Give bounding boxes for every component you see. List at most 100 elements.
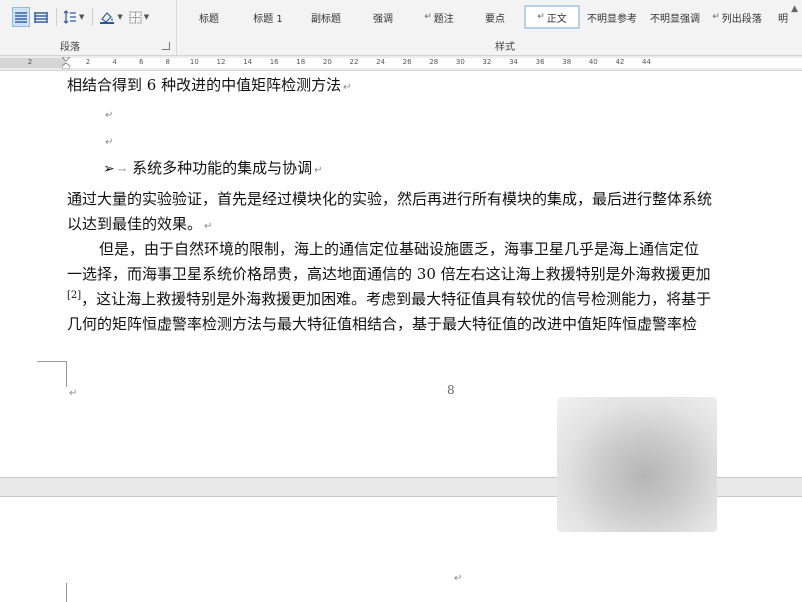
paragraph-group-label: 段落 <box>60 42 80 53</box>
ruler-number: 6 <box>138 58 144 66</box>
style-label: 正文 <box>546 13 567 25</box>
ruler-number: 14 <box>243 58 253 66</box>
style-2[interactable]: 副标题 <box>298 5 354 29</box>
empty-paragraph: ↵ <box>103 104 113 125</box>
gallery-scroll-up-icon[interactable]: ▲ <box>791 4 798 14</box>
ruler-number: 16 <box>269 58 279 66</box>
line-spacing-icon <box>63 10 76 24</box>
horizontal-ruler[interactable]: 2 2 4 6 8 10 12 14 16 18 20 22 24 26 28 30 32 34 36 38 40 42 4… <box>0 56 802 71</box>
style-9[interactable]: ↵ 列出段落 <box>706 5 768 29</box>
indent-marker-icon[interactable] <box>62 57 70 69</box>
paragraph-mark: ↵ <box>105 137 114 148</box>
ruler-number: 2 <box>27 58 33 66</box>
style-5[interactable]: 要点 <box>466 5 524 29</box>
ruler-number: 24 <box>376 58 386 66</box>
ruler-number: 42 <box>615 58 625 66</box>
ruler-number: 40 <box>588 58 598 66</box>
toolbar-separator <box>92 8 94 26</box>
ribbon: ▼ ▼ ▼ 段落 标题 标题 1 副标题 强调 ↵ 题注 要点 ↵ 正文 不明显参考 不明显强 <box>0 0 802 56</box>
align-left-button[interactable] <box>12 7 30 27</box>
header-paragraph: ↵ <box>452 567 462 588</box>
chevron-down-icon: ▼ <box>79 13 85 21</box>
style-label: 明 <box>778 13 788 25</box>
citation-ref[interactable]: [2] <box>67 290 81 301</box>
text-run: 通过大量的实验验证，首先是经过模块化的实验，然后再进行所有模块的集成，最后进行整… <box>67 190 713 208</box>
text-line: 相结合得到 6 种改进的中值矩阵检测方法 ↵ <box>67 76 351 97</box>
paragraph-mark: ↵ <box>343 82 352 93</box>
ruler-left-margin <box>0 58 66 68</box>
ruler-number: 20 <box>322 58 332 66</box>
text-run: 几何的矩阵恒虚警率检测方法与最大特征值相结合，基于最大特征值的改进中值矩阵恒虚警… <box>67 315 698 333</box>
style-7[interactable]: 不明显参考 <box>580 5 644 29</box>
text-line: [2]，这让海上救援特别是外海救援更加困难。考虑到最大特征值具有较优的信号检测能… <box>67 290 711 308</box>
text-line: 一选择，而海事卫星系统价格昂贵，高达地面通信的 30 倍左右这让海上救援特别是外… <box>67 265 711 283</box>
borders-icon <box>129 11 142 23</box>
style-0[interactable]: 标题 <box>180 5 238 29</box>
style-label: 标题 <box>199 13 219 25</box>
text-run: 但是，由于自然环境的限制，海上的通信定位基础设施匮乏，海事卫星几乎是海上通信定位 <box>99 240 700 258</box>
empty-paragraph: ↵ <box>103 131 113 152</box>
style-4[interactable]: ↵ 题注 <box>412 5 466 29</box>
ruler-number: 12 <box>216 58 226 66</box>
styles-group: 标题 标题 1 副标题 强调 ↵ 题注 要点 ↵ 正文 不明显参考 不明显强调 ↵ 列出段落明 ▲ 样式 <box>180 0 802 55</box>
paragraph-mark-icon: ↵ <box>712 12 720 22</box>
ruler-number: 10 <box>189 58 199 66</box>
ruler-number: 44 <box>642 58 651 66</box>
ruler-number: 2 <box>85 58 91 66</box>
style-label: 标题 1 <box>253 13 283 25</box>
style-3[interactable]: 强调 <box>354 5 412 29</box>
style-label: 副标题 <box>311 13 341 25</box>
chevron-down-icon: ▼ <box>143 13 150 21</box>
margin-corner-mark <box>37 361 66 362</box>
style-label: 不明显强调 <box>650 13 700 25</box>
bullet-icon: ➢ <box>103 161 115 177</box>
ruler-number: 34 <box>509 58 518 66</box>
text-run: 相结合得到 6 种改进的中值矩阵检测方法 <box>67 76 342 94</box>
heading-text: 系统多种功能的集成与协调 <box>132 159 313 177</box>
dialog-launcher-icon[interactable] <box>162 42 170 50</box>
ruler-number: 36 <box>535 58 545 66</box>
shading-button[interactable]: ▼ <box>97 7 124 27</box>
paragraph-mark: ↵ <box>69 388 78 399</box>
style-label: 题注 <box>433 13 454 25</box>
bullet-heading: ➢ → 系统多种功能的集成与协调 ↵ <box>103 159 323 180</box>
align-left-icon <box>15 12 27 23</box>
toolbar-separator <box>56 8 57 26</box>
style-label: 不明显参考 <box>587 13 637 25</box>
style-label: 强调 <box>373 13 393 25</box>
paragraph-mark: ↵ <box>204 221 213 232</box>
paragraph-mark: ↵ <box>454 573 463 584</box>
paragraph-tools: ▼ ▼ ▼ <box>0 6 153 28</box>
margin-corner-mark <box>66 583 67 602</box>
line-spacing-button[interactable]: ▼ <box>61 7 86 27</box>
style-label: 要点 <box>485 13 505 25</box>
text-run: 以达到最佳的效果。 <box>67 215 203 233</box>
paragraph-mark: ↵ <box>105 110 114 121</box>
text-run: 一选择，而海事卫星系统价格昂贵，高达地面通信的 30 倍左右这让海上救援特别是外… <box>67 265 711 283</box>
shading-icon <box>100 12 115 24</box>
paragraph-mark-icon: ↵ <box>537 12 545 22</box>
style-8[interactable]: 不明显强调 <box>644 5 706 29</box>
paragraph-mark: ↵ <box>314 165 323 176</box>
ruler-number: 28 <box>429 58 439 66</box>
styles-group-label: 样式 <box>495 42 515 53</box>
ruler-number: 8 <box>165 58 171 66</box>
align-distributed-button[interactable] <box>32 7 50 27</box>
paragraph-mark-icon: ↵ <box>424 12 432 22</box>
style-1[interactable]: 标题 1 <box>238 5 298 29</box>
ruler-number: 38 <box>562 58 572 66</box>
style-label: 列出段落 <box>721 13 762 25</box>
style-6[interactable]: ↵ 正文 <box>524 5 580 29</box>
page-number: 8 <box>447 383 455 397</box>
blurred-watermark <box>557 397 717 532</box>
text-line: 以达到最佳的效果。 ↵ <box>67 215 212 236</box>
borders-button[interactable]: ▼ <box>127 7 151 27</box>
ruler-number: 4 <box>112 58 117 66</box>
ruler-number: 18 <box>296 58 306 66</box>
align-justify-icon <box>34 12 48 23</box>
chevron-down-icon: ▼ <box>117 13 123 21</box>
styles-gallery: 标题 标题 1 副标题 强调 ↵ 题注 要点 ↵ 正文 不明显参考 不明显强调 ↵ 列出段落明 <box>180 4 798 30</box>
ruler-number: 26 <box>402 58 412 66</box>
text-run: ，这让海上救援特别是外海救援更加困难。考虑到最大特征值具有较优的信号检测能力，将… <box>81 290 712 308</box>
text-line: 但是，由于自然环境的限制，海上的通信定位基础设施匮乏，海事卫星几乎是海上通信定位 <box>99 240 699 258</box>
